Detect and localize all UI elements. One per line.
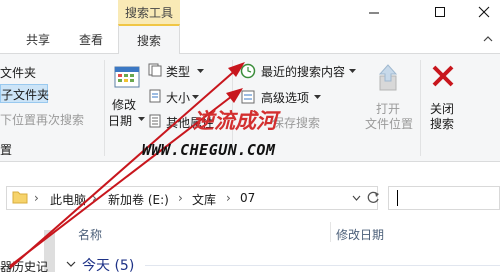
watermark-url: WWW.CHEGUN.COM xyxy=(142,141,276,159)
annotation-arrows xyxy=(9,62,245,269)
watermark-text: 逆流成河 xyxy=(193,108,277,133)
